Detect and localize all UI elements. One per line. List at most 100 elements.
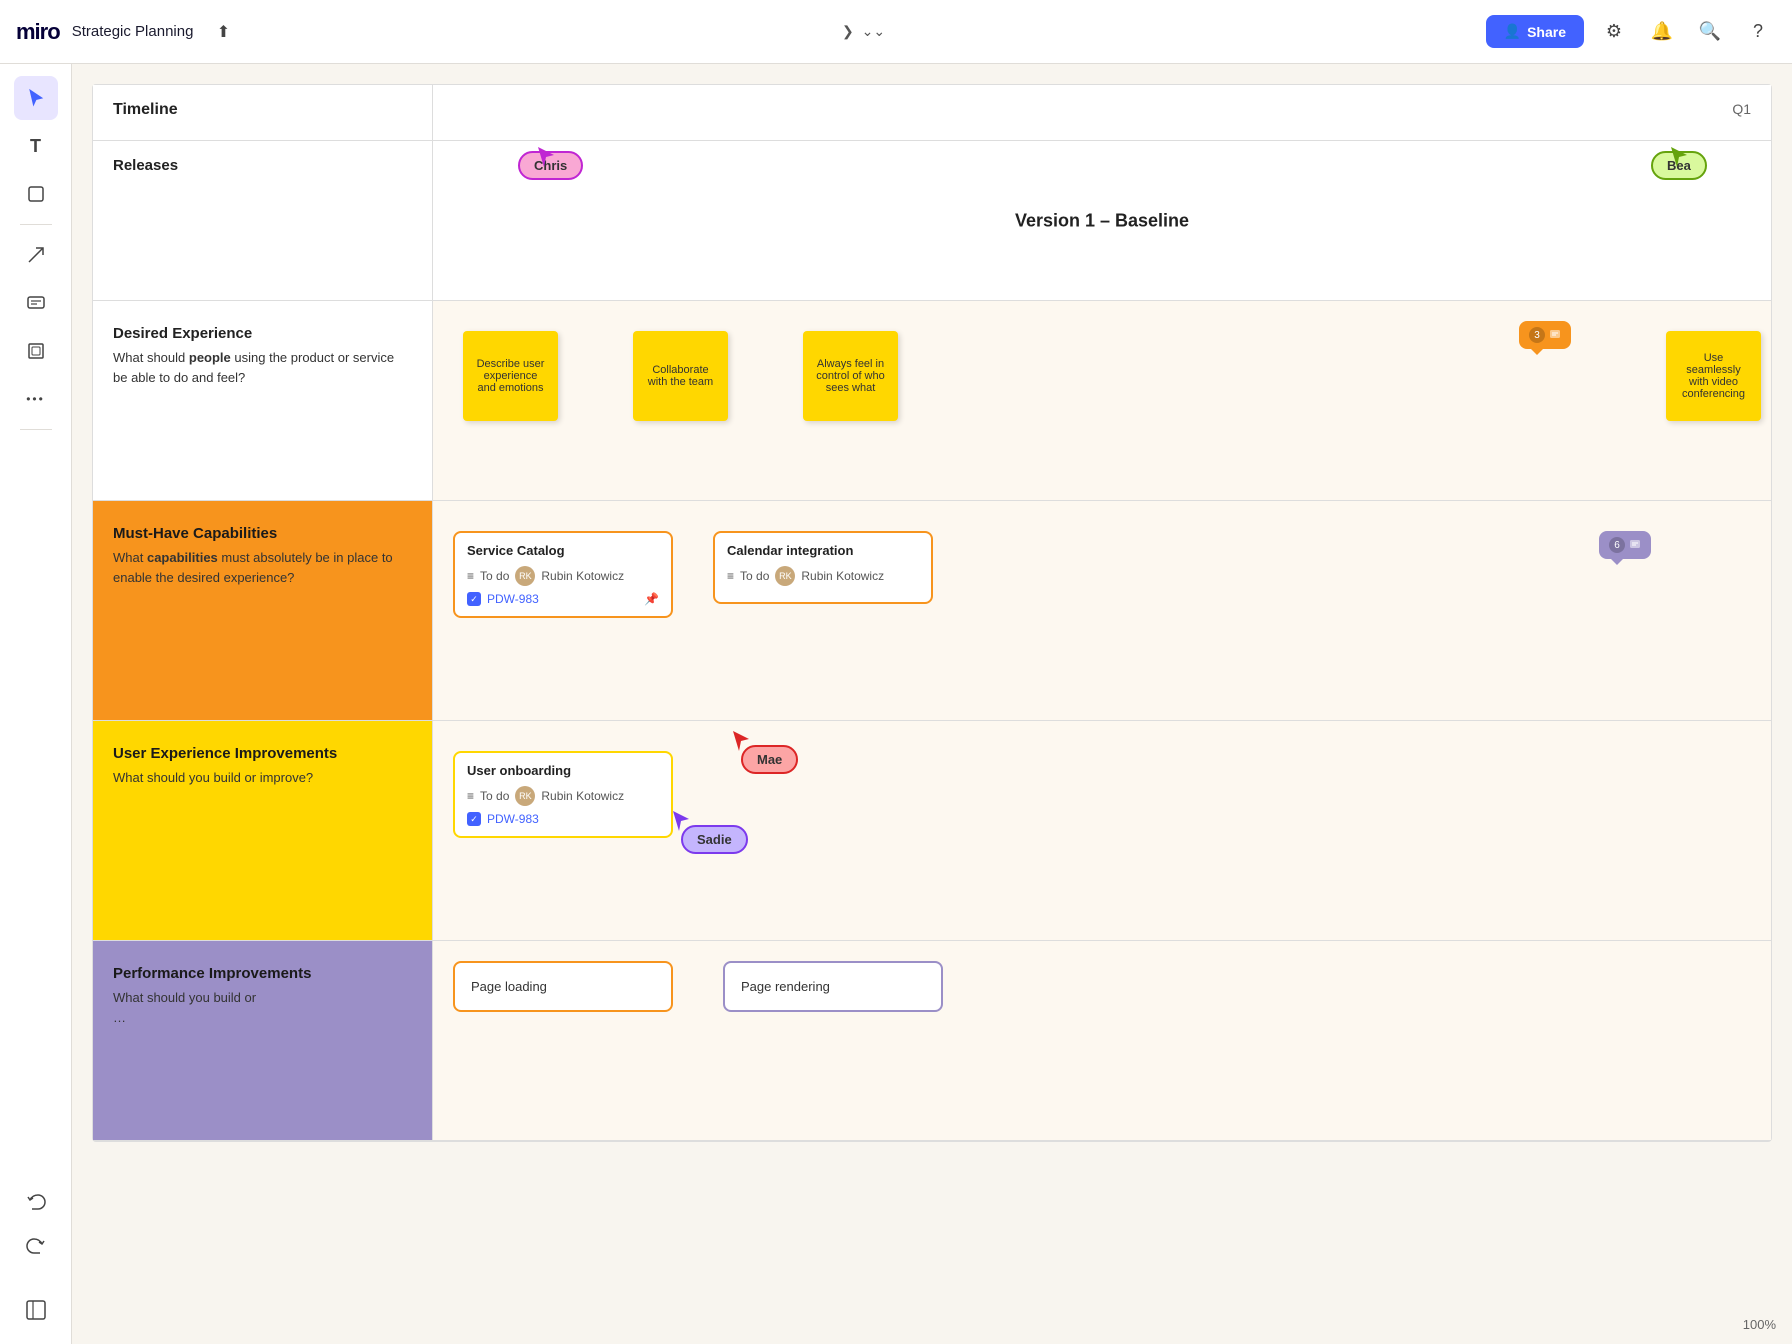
must-have-label: Must-Have Capabilities What capabilities… (93, 501, 433, 720)
user-onboarding-status: To do (480, 789, 509, 803)
topbar-right: 👤 Share ⚙ 🔔 🔍 ? (1486, 14, 1776, 50)
performance-desc: What should you build or (113, 988, 412, 1008)
sidebar-bottom (14, 1180, 58, 1332)
q1-header: Q1 (433, 85, 1771, 140)
desired-experience-row: Desired Experience What should people us… (93, 301, 1771, 501)
must-have-desc: What capabilities must absolutely be in … (113, 548, 412, 587)
user-onboarding-assignee: Rubin Kotowicz (541, 789, 624, 803)
page-loading-title: Page loading (471, 979, 547, 994)
calendar-assignee: Rubin Kotowicz (801, 569, 884, 583)
text-icon: T (30, 136, 41, 157)
service-catalog-title: Service Catalog (467, 543, 659, 558)
notifications-icon[interactable]: 🔔 (1644, 14, 1680, 50)
nav-forward-icon[interactable]: ❯ (842, 23, 854, 40)
performance-row: Performance Improvements What should you… (93, 941, 1771, 1141)
desired-experience-label: Desired Experience What should people us… (93, 301, 433, 500)
page-rendering-card[interactable]: Page rendering (723, 961, 943, 1012)
note-tool[interactable] (14, 172, 58, 216)
comment-bubble-1[interactable]: 3 (1519, 321, 1571, 349)
sticky-1[interactable]: Describe user experience and emotions (463, 331, 558, 421)
upload-icon[interactable]: ⬆ (205, 14, 241, 50)
version-label: Version 1 – Baseline (1015, 210, 1189, 231)
calendar-status: To do (740, 569, 769, 583)
page-rendering-title: Page rendering (741, 979, 830, 994)
comment-count-2: 6 (1609, 537, 1625, 553)
check-icon-2: ✓ (467, 812, 481, 826)
calendar-integration-card[interactable]: Calendar integration ≡ To do RK Rubin Ko… (713, 531, 933, 604)
comment-count-1: 3 (1529, 327, 1545, 343)
comment-tool[interactable] (14, 281, 58, 325)
service-catalog-status-row: ≡ To do RK Rubin Kotowicz (467, 566, 659, 586)
page-loading-card[interactable]: Page loading (453, 961, 673, 1012)
performance-label: Performance Improvements What should you… (93, 941, 433, 1140)
releases-row: Releases Version 1 – Baseline Chris Bea (93, 141, 1771, 301)
calendar-status-row: ≡ To do RK Rubin Kotowicz (727, 566, 919, 586)
customize-icon[interactable]: ⚙ (1596, 14, 1632, 50)
service-catalog-status: To do (480, 569, 509, 583)
comment-bubble-2[interactable]: 6 (1599, 531, 1651, 559)
user-onboarding-ticket-row: ✓ PDW-983 (467, 812, 659, 826)
more-tools[interactable]: ••• (14, 377, 58, 421)
sadie-cursor-label: Sadie (681, 825, 748, 854)
pin-icon: 📌 (644, 592, 659, 606)
desired-experience-title: Desired Experience (113, 325, 412, 342)
timeline-header: Timeline Q1 (93, 85, 1771, 141)
user-onboarding-status-row: ≡ To do RK Rubin Kotowicz (467, 786, 659, 806)
nav-expand-icon[interactable]: ⌄⌄ (862, 23, 885, 40)
board-title: Strategic Planning (72, 23, 194, 40)
sticky-4[interactable]: Use seamlessly with video conferencing (1666, 331, 1761, 421)
list-icon: ≡ (467, 569, 474, 583)
service-catalog-assignee: Rubin Kotowicz (541, 569, 624, 583)
sticky-3[interactable]: Always feel in control of who sees what (803, 331, 898, 421)
desired-experience-content: Describe user experience and emotions Co… (433, 301, 1771, 500)
sidebar-divider (20, 224, 52, 225)
user-onboarding-avatar: RK (515, 786, 535, 806)
service-catalog-ticket-row: ✓ PDW-983 📌 (467, 592, 659, 606)
calendar-avatar: RK (775, 566, 795, 586)
must-have-content: Service Catalog ≡ To do RK Rubin Kotowic… (433, 501, 1771, 720)
must-have-row: Must-Have Capabilities What capabilities… (93, 501, 1771, 721)
mae-cursor-label: Mae (741, 745, 798, 774)
list-icon-3: ≡ (467, 789, 474, 803)
canvas[interactable]: Timeline Q1 Releases Version 1 – Baselin… (72, 64, 1792, 1344)
performance-content: Page loading Page rendering (433, 941, 1771, 1140)
timeline-container: Timeline Q1 Releases Version 1 – Baselin… (92, 84, 1772, 1142)
ux-improvements-label: User Experience Improvements What should… (93, 721, 433, 940)
search-icon[interactable]: 🔍 (1692, 14, 1728, 50)
timeline-header-label: Timeline (93, 85, 433, 140)
topbar-nav: ❯ ⌄⌄ (842, 23, 885, 40)
desired-experience-desc: What should people using the product or … (113, 348, 412, 387)
list-icon-2: ≡ (727, 569, 734, 583)
sidebar: T ••• (0, 64, 72, 1344)
releases-label: Releases (93, 141, 433, 300)
cursor-tool[interactable] (14, 76, 58, 120)
ellipsis-icon: ••• (26, 392, 45, 406)
calendar-title: Calendar integration (727, 543, 919, 558)
share-button[interactable]: 👤 Share (1486, 15, 1584, 48)
arrow-tool[interactable] (14, 233, 58, 277)
miro-logo: miro (16, 19, 60, 45)
topbar-left: miro Strategic Planning ⬆ (16, 14, 241, 50)
check-icon: ✓ (467, 592, 481, 606)
sticky-2[interactable]: Collaborate with the team (633, 331, 728, 421)
performance-title: Performance Improvements (113, 965, 412, 982)
service-catalog-avatar: RK (515, 566, 535, 586)
frame-tool[interactable] (14, 329, 58, 373)
bottom-bar: 100% (1743, 1305, 1776, 1344)
service-catalog-card[interactable]: Service Catalog ≡ To do RK Rubin Kotowic… (453, 531, 673, 618)
help-icon[interactable]: ? (1740, 14, 1776, 50)
user-onboarding-title: User onboarding (467, 763, 659, 778)
undo-tool[interactable] (14, 1180, 58, 1224)
ux-improvements-row: User Experience Improvements What should… (93, 721, 1771, 941)
service-catalog-ticket: PDW-983 (487, 592, 539, 606)
ux-improvements-desc: What should you build or improve? (113, 768, 412, 788)
zoom-level: 100% (1743, 1317, 1776, 1332)
ux-improvements-title: User Experience Improvements (113, 745, 412, 762)
must-have-title: Must-Have Capabilities (113, 525, 412, 542)
sidebar-divider-2 (20, 429, 52, 430)
ux-improvements-content: User onboarding ≡ To do RK Rubin Kotowic… (433, 721, 1771, 940)
text-tool[interactable]: T (14, 124, 58, 168)
pages-tool[interactable] (14, 1288, 58, 1332)
user-onboarding-card[interactable]: User onboarding ≡ To do RK Rubin Kotowic… (453, 751, 673, 838)
redo-tool[interactable] (14, 1224, 58, 1268)
